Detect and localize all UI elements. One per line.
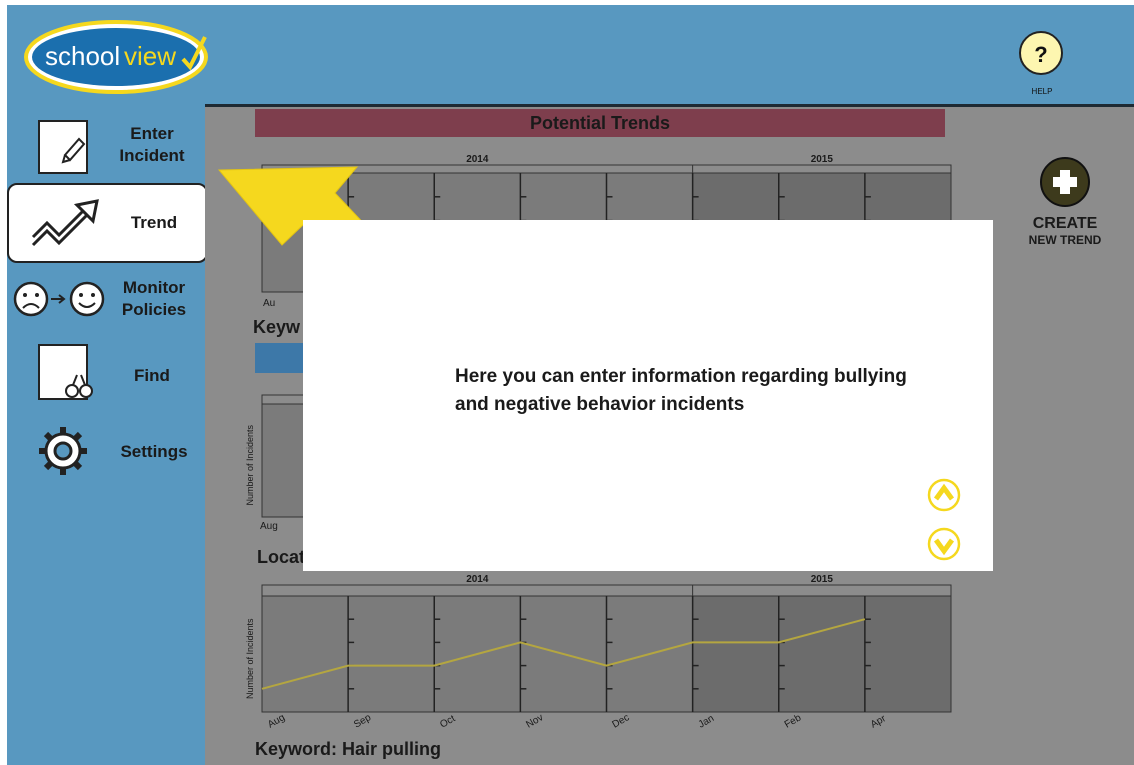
sad-to-happy-icon	[13, 281, 105, 317]
sidebar-item-settings[interactable]: Settings	[7, 423, 205, 479]
tutorial-message: Here you can enter information regarding…	[455, 366, 907, 415]
next-tip-button[interactable]	[927, 527, 961, 561]
x-tick-label: Jan	[697, 713, 716, 731]
x-tick-label: Nov	[524, 712, 545, 730]
sidebar-item-enter-incident[interactable]: Enter Incident	[7, 113, 205, 183]
y-axis-label: Number of Incidents	[245, 424, 255, 505]
year-header	[261, 164, 952, 174]
previous-tip-button[interactable]	[927, 478, 961, 512]
x-tick-label: Feb	[783, 712, 804, 730]
question-icon: ?	[1034, 42, 1048, 67]
year-label-2015: 2015	[811, 574, 834, 585]
nav-label-settings: Settings	[120, 442, 188, 461]
x-tick-label: Aug	[266, 712, 287, 730]
sidebar-item-find[interactable]: Find	[7, 343, 205, 409]
year-label-2015: 2015	[811, 154, 834, 165]
nav-label-find: Find	[134, 366, 170, 385]
year-label-2014: 2014	[466, 154, 489, 165]
sidebar-item-monitor-policies[interactable]: Monitor Policies	[7, 269, 205, 329]
note-pencil-icon	[38, 120, 88, 174]
year-header	[261, 584, 952, 597]
sidebar-item-trend[interactable]: Trend	[7, 183, 208, 263]
trend-arrow-icon	[31, 199, 99, 247]
keyword-label-partial: Keyw	[253, 317, 301, 337]
x-tick-label-partial: Au	[263, 298, 275, 309]
gear-icon	[39, 427, 87, 475]
logo-text-school: school	[45, 41, 120, 71]
x-tick-label: Oct	[438, 713, 457, 730]
plot-area-2015	[692, 595, 952, 713]
tutorial-overlay: Here you can enter information regarding…	[303, 220, 993, 571]
location-label-partial: Locat	[257, 547, 306, 567]
x-tick-label: Dec	[611, 712, 632, 730]
create-label: CREATE	[1032, 215, 1098, 232]
new-trend-label: NEW TREND	[1028, 233, 1102, 247]
year-label-2014: 2014	[466, 574, 489, 585]
plus-icon	[1053, 170, 1077, 194]
keyword-label-hair-pulling: Keyword: Hair pulling	[255, 739, 442, 759]
y-axis-label: Number of Incidents	[245, 618, 255, 699]
binoculars-icon	[38, 344, 93, 400]
x-tick-label-partial: Aug	[260, 521, 278, 532]
nav-label-line2: Policies	[121, 300, 187, 319]
create-new-trend[interactable]: CREATE NEW TREND	[1005, 157, 1125, 247]
x-tick-label: Sep	[352, 712, 373, 731]
help-label: HELP	[1031, 87, 1053, 96]
schoolview-logo: school view	[24, 20, 208, 94]
nav-label-line1: Enter	[130, 124, 174, 143]
nav-label-line2: Incident	[119, 146, 185, 165]
nav-label-line1: Monitor	[122, 278, 186, 297]
section-header-bar	[255, 343, 305, 373]
help-button[interactable]: ?	[1019, 31, 1063, 75]
nav-label-trend: Trend	[130, 213, 178, 232]
x-tick-label: Apr	[869, 713, 889, 731]
logo-text-view: view	[124, 41, 176, 71]
create-trend-button[interactable]	[1040, 157, 1090, 207]
